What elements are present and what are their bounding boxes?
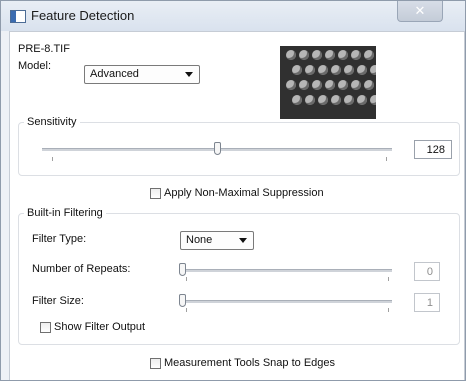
preview-hole [299, 80, 309, 90]
nms-label[interactable]: Apply Non-Maximal Suppression [164, 187, 324, 199]
slider-tick [186, 308, 187, 312]
preview-hole [331, 95, 341, 105]
title-bar: Feature Detection ✕ [1, 1, 465, 31]
preview-hole [292, 65, 302, 75]
preview-hole [305, 65, 315, 75]
preview-hole [370, 65, 376, 75]
filter-type-label: Filter Type: [32, 233, 87, 245]
repeats-value-field[interactable]: 0 [414, 262, 440, 281]
close-icon: ✕ [414, 3, 426, 18]
filter-size-label: Filter Size: [32, 295, 84, 307]
preview-hole [357, 95, 367, 105]
filter-size-slider-track[interactable] [182, 300, 392, 303]
preview-hole [299, 50, 309, 60]
dropdown-arrow-icon [239, 238, 247, 243]
preview-hole [351, 80, 361, 90]
preview-hole [357, 65, 367, 75]
preview-hole [338, 50, 348, 60]
repeats-slider-thumb[interactable] [179, 263, 186, 276]
dialog-body: PRE-8.TIF Model: Advanced Sensitivity 12… [9, 31, 465, 380]
preview-hole [318, 65, 328, 75]
model-select[interactable]: Advanced [84, 65, 200, 84]
preview-hole [305, 95, 315, 105]
filter-size-slider-thumb[interactable] [179, 294, 186, 307]
preview-hole [325, 50, 335, 60]
window-title: Feature Detection [31, 8, 135, 23]
nms-checkbox[interactable] [150, 188, 161, 199]
dropdown-arrow-icon [185, 72, 193, 77]
filter-size-value-field[interactable]: 1 [414, 293, 440, 312]
filter-type-value: None [186, 234, 213, 246]
preview-hole [331, 65, 341, 75]
snap-checkbox[interactable] [150, 358, 161, 369]
preview-hole [325, 80, 335, 90]
file-name: PRE-8.TIF [18, 43, 70, 55]
preview-hole [370, 95, 376, 105]
sensitivity-title: Sensitivity [24, 116, 80, 128]
preview-hole [292, 95, 302, 105]
preview-hole [286, 80, 296, 90]
preview-hole [312, 50, 322, 60]
model-select-value: Advanced [90, 68, 139, 80]
preview-hole [351, 50, 361, 60]
preview-hole [344, 65, 354, 75]
slider-tick [388, 277, 389, 281]
image-preview [280, 46, 376, 119]
slider-tick [52, 157, 53, 161]
preview-hole [286, 50, 296, 60]
preview-hole [364, 50, 374, 60]
filter-type-select[interactable]: None [180, 231, 254, 250]
slider-tick [386, 157, 387, 161]
snap-label[interactable]: Measurement Tools Snap to Edges [164, 357, 335, 369]
filtering-title: Built-in Filtering [24, 207, 106, 219]
show-filter-output-checkbox[interactable] [40, 322, 51, 333]
preview-hole [318, 95, 328, 105]
preview-hole [312, 80, 322, 90]
sensitivity-slider-thumb[interactable] [214, 142, 221, 155]
repeats-label: Number of Repeats: [32, 263, 131, 275]
close-button[interactable]: ✕ [397, 1, 443, 22]
show-filter-output-label[interactable]: Show Filter Output [54, 321, 145, 333]
window-icon [10, 10, 26, 23]
repeats-slider-track[interactable] [182, 269, 392, 272]
model-label: Model: [18, 60, 52, 72]
sensitivity-value-field[interactable]: 128 [414, 140, 452, 159]
slider-tick [186, 277, 187, 281]
preview-hole [338, 80, 348, 90]
preview-hole [344, 95, 354, 105]
preview-hole [364, 80, 374, 90]
slider-tick [388, 308, 389, 312]
feature-detection-window: Feature Detection ✕ PRE-8.TIF Model: Adv… [0, 0, 466, 381]
